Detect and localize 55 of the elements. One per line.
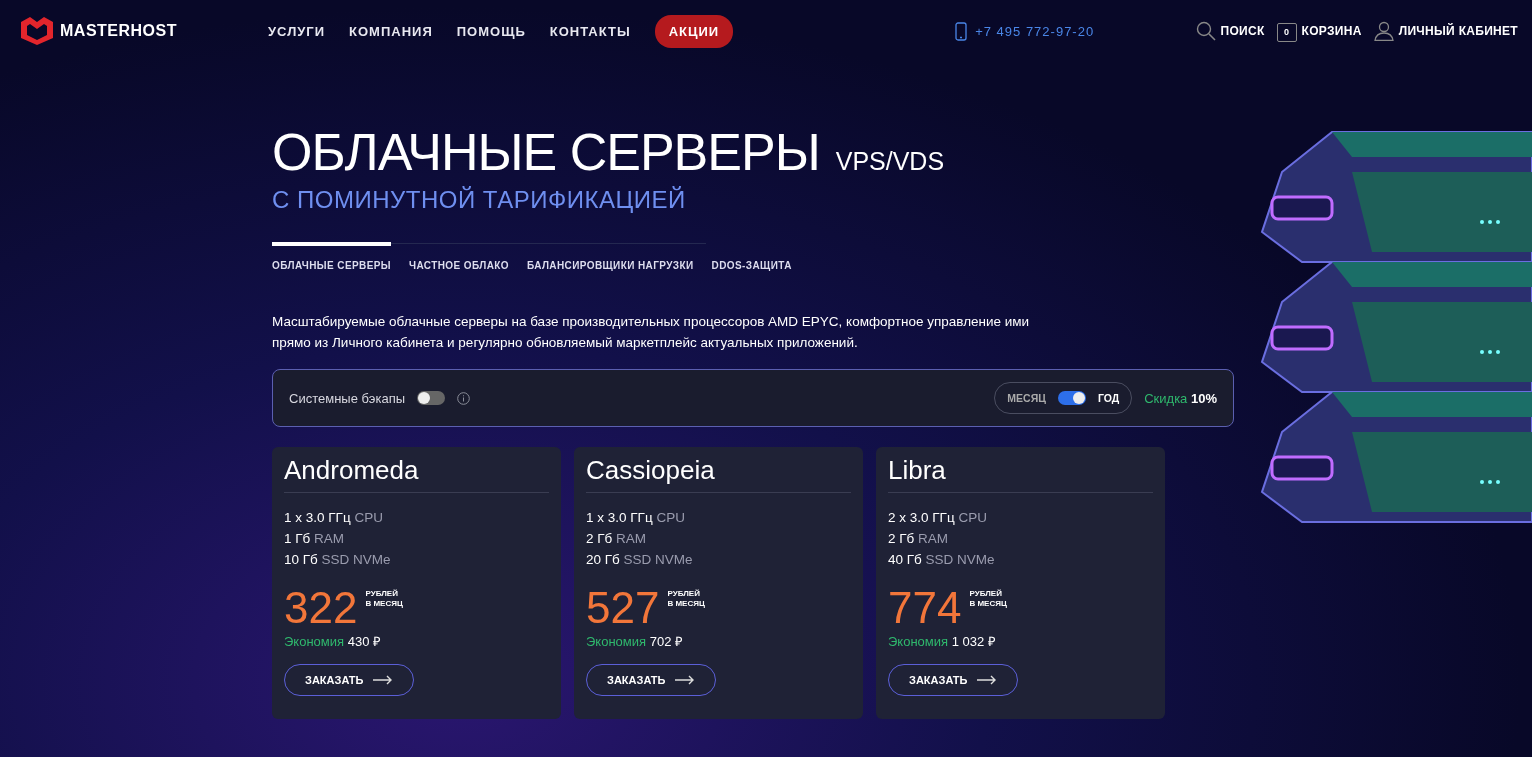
price-unit: РУБЛЕЙ В МЕСЯЦ [969,589,1007,609]
info-icon[interactable] [457,391,470,405]
plan-price: 322 [284,586,358,630]
spec-line: 1 x 3.0 ГГц CPU [586,509,686,527]
arrow-icon [675,675,696,685]
discount-text: Скидка 10% [1144,390,1217,406]
section-tab[interactable]: ОБЛАЧНЫЕ СЕРВЕРЫ [272,242,391,271]
saving-text: Экономия 1 032 ₽ [888,633,997,650]
header-link[interactable]: ПОИСК [1220,24,1265,38]
month-label[interactable]: МЕСЯЦ [1007,392,1046,404]
plan-name: Cassiopeia [586,455,851,493]
price-unit: РУБЛЕЙ В МЕСЯЦ [667,589,705,609]
logo-text[interactable]: MASTERHOST [60,22,177,40]
spec-line: 10 Гб SSD NVMe [284,551,392,569]
saving-text: Экономия 702 ₽ [586,633,684,650]
search-icon[interactable] [1195,21,1216,41]
description-text: Масштабируемые облачные серверы на базе производительных процессоров AMD EPYC, комфортное управление ими прямо из Личного кабинета и регулярно обновляемый маркетплейс актуальных приложений. [272,313,1031,352]
page-title: ОБЛАЧНЫЕ СЕРВЕРЫ [272,126,820,178]
nav-link[interactable]: УСЛУГИ [268,23,326,39]
title-suffix: VPS/VDS [835,147,945,176]
nav-link[interactable]: ПОМОЩЬ [456,23,526,39]
plan-price: 527 [586,586,660,630]
section-tab[interactable]: ЧАСТНОЕ ОБЛАКО [409,242,509,271]
user-icon[interactable] [1373,21,1394,41]
price-unit: РУБЛЕЙ В МЕСЯЦ [365,589,403,609]
plan-price: 774 [888,586,962,630]
spec-line: 1 x 3.0 ГГц CPU [284,509,384,527]
promo-button[interactable]: АКЦИИ [654,14,734,48]
saving-text: Экономия 430 ₽ [284,633,382,650]
logo-icon [18,16,56,46]
header-link[interactable]: КОРЗИНА [1301,24,1362,38]
arrow-icon [977,675,998,685]
backups-toggle[interactable] [417,391,445,405]
section-tab[interactable]: БАЛАНСИРОВЩИКИ НАГРУЗКИ [526,242,694,271]
spec-line: 2 Гб RAM [586,530,648,548]
nav-link[interactable]: КОНТАКТЫ [549,23,631,39]
plan-name: Andromeda [284,455,549,493]
shopping-bag-icon[interactable]: 0 [1276,22,1297,42]
phone-icon [955,21,968,41]
page-subtitle: С ПОМИНУТНОЙ ТАРИФИКАЦИЕЙ [272,186,687,214]
spec-line: 1 Гб RAM [284,530,346,548]
plan-name: Libra [888,455,1153,493]
nav-link[interactable]: КОМПАНИЯ [349,23,433,39]
spec-line: 20 Гб SSD NVMe [586,551,694,569]
year-label[interactable]: ГОД [1097,392,1120,404]
header-link[interactable]: ЛИЧНЫЙ КАБИНЕТ [1398,24,1518,38]
spec-line: 40 Гб SSD NVMe [888,551,996,569]
period-toggle[interactable] [1057,391,1086,405]
phone-link[interactable]: +7 495 772-97-20 [975,23,1095,39]
cart-count: 0 [1284,27,1290,37]
spec-line: 2 x 3.0 ГГц CPU [888,509,988,527]
backups-label: Системные бэкапы [289,390,405,406]
section-tab[interactable]: DDOS-ЗАЩИТА [711,242,792,271]
spec-line: 2 Гб RAM [888,530,950,548]
arrow-icon [373,675,394,685]
